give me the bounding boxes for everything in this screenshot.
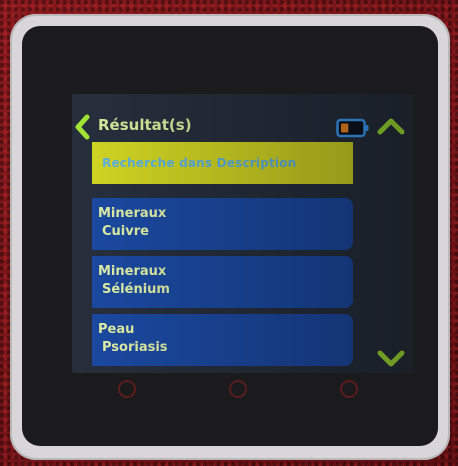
result-category: Peau [98, 322, 135, 337]
result-name: Sélénium [102, 282, 170, 297]
search-mode-label: Recherche dans Description [102, 156, 297, 170]
header-bar: Résultat(s) [72, 114, 414, 140]
result-item[interactable]: Mineraux Sélénium [92, 256, 353, 308]
chevron-up-icon[interactable] [376, 114, 406, 138]
result-item[interactable]: Peau Psoriasis [92, 314, 353, 366]
result-name: Cuivre [102, 224, 149, 239]
result-category: Mineraux [98, 264, 167, 279]
device-screen: Résultat(s) Recherche dans Description M… [72, 94, 414, 373]
battery-icon [336, 118, 370, 138]
search-mode-banner[interactable]: Recherche dans Description [92, 142, 353, 184]
touch-button-center[interactable] [229, 380, 247, 398]
touch-button-left[interactable] [118, 380, 136, 398]
chevron-down-icon[interactable] [376, 348, 406, 370]
result-category: Mineraux [98, 206, 167, 221]
touch-button-right[interactable] [340, 380, 358, 398]
header-title: Résultat(s) [98, 116, 192, 134]
result-name: Psoriasis [102, 340, 168, 355]
chevron-left-icon[interactable] [72, 114, 94, 140]
result-item[interactable]: Mineraux Cuivre [92, 198, 353, 250]
